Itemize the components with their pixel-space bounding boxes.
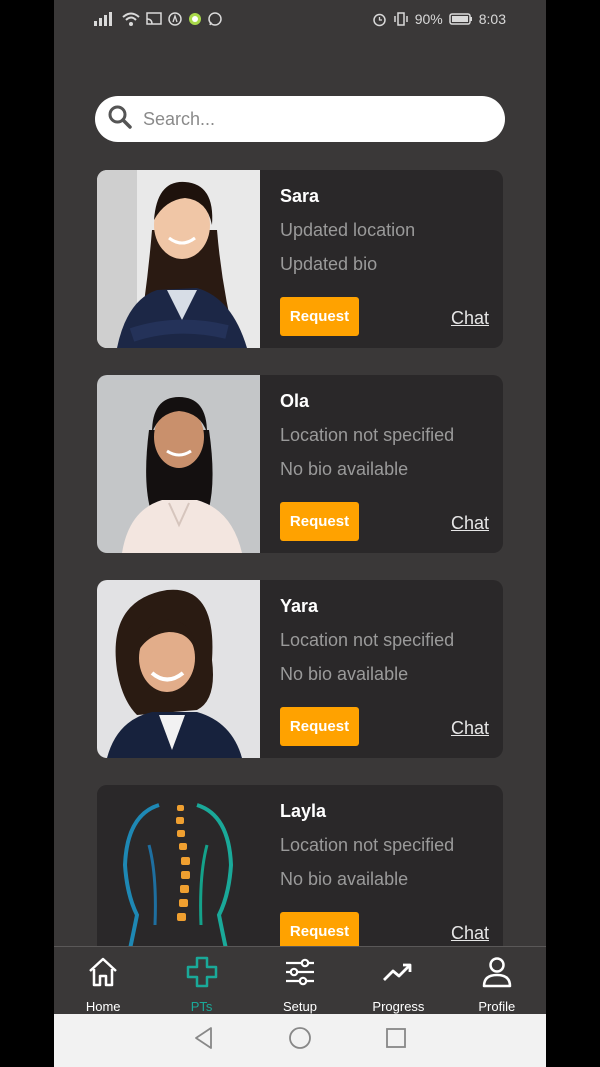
request-button[interactable]: Request bbox=[280, 297, 359, 336]
system-nav-bar bbox=[54, 1014, 546, 1067]
therapist-card-layla: Layla Location not specified No bio avai… bbox=[97, 785, 503, 963]
therapist-bio: Updated bio bbox=[280, 254, 378, 274]
tab-label: PTs bbox=[190, 999, 213, 1014]
sliders-icon bbox=[283, 955, 317, 994]
therapist-name: Sara bbox=[280, 186, 320, 206]
signal-icon bbox=[94, 12, 116, 26]
search-bar[interactable] bbox=[95, 96, 505, 142]
chat-link[interactable]: Chat bbox=[451, 923, 489, 944]
status-right: 90% 8:03 bbox=[372, 11, 506, 27]
person-icon bbox=[480, 955, 514, 994]
tab-label: Progress bbox=[372, 999, 425, 1014]
tab-label: Setup bbox=[283, 999, 317, 1014]
tab-label: Home bbox=[85, 999, 121, 1014]
medical-cross-icon bbox=[185, 955, 219, 994]
therapist-bio: No bio available bbox=[280, 664, 409, 684]
tab-pts[interactable]: PTs bbox=[152, 947, 250, 1014]
therapist-name: Ola bbox=[280, 391, 310, 411]
tab-home[interactable]: Home bbox=[54, 947, 152, 1014]
therapist-bio: No bio available bbox=[280, 459, 409, 479]
tab-label: Profile bbox=[478, 999, 516, 1014]
tab-profile[interactable]: Profile bbox=[448, 947, 546, 1014]
therapist-location: Location not specified bbox=[280, 425, 455, 445]
therapist-photo bbox=[97, 375, 260, 553]
chat-link[interactable]: Chat bbox=[451, 513, 489, 534]
status-left bbox=[94, 12, 222, 26]
recents-square-icon[interactable] bbox=[383, 1025, 409, 1056]
clock-time: 8:03 bbox=[478, 11, 506, 27]
battery-percent: 90% bbox=[414, 11, 443, 27]
bottom-tab-bar: Home PTs Setup Progress Profile bbox=[54, 946, 546, 1014]
therapist-location: Location not specified bbox=[280, 835, 455, 855]
request-button[interactable]: Request bbox=[280, 707, 359, 746]
search-icon bbox=[107, 104, 133, 135]
alarm-icon bbox=[372, 12, 387, 27]
therapist-card-ola: Ola Location not specified No bio availa… bbox=[97, 375, 503, 553]
therapist-card-yara: Yara Location not specified No bio avail… bbox=[97, 580, 503, 758]
therapist-photo bbox=[97, 170, 260, 348]
therapist-location: Location not specified bbox=[280, 630, 455, 650]
cast-icon bbox=[146, 12, 162, 26]
therapist-photo bbox=[97, 580, 260, 758]
home-icon bbox=[86, 955, 120, 994]
chat-link[interactable]: Chat bbox=[451, 308, 489, 329]
whatsapp-icon bbox=[208, 12, 222, 26]
therapist-bio: No bio available bbox=[280, 869, 409, 889]
status-bar: 90% 8:03 bbox=[54, 0, 546, 38]
therapist-location: Updated location bbox=[280, 220, 416, 240]
chat-link[interactable]: Chat bbox=[451, 718, 489, 739]
therapist-photo bbox=[97, 785, 260, 963]
app-screen: 90% 8:03 Search... Sara Updated location… bbox=[54, 0, 546, 1067]
therapist-name: Yara bbox=[280, 596, 319, 616]
search-input[interactable] bbox=[143, 108, 463, 130]
therapist-name: Layla bbox=[280, 801, 327, 821]
therapist-card-sara: Sara Updated location Updated bio Reques… bbox=[97, 170, 503, 348]
tab-setup[interactable]: Setup bbox=[251, 947, 349, 1014]
request-button[interactable]: Request bbox=[280, 502, 359, 541]
home-circle-icon[interactable] bbox=[287, 1025, 313, 1056]
tab-progress[interactable]: Progress bbox=[349, 947, 447, 1014]
record-icon bbox=[188, 12, 202, 26]
trend-up-icon bbox=[381, 955, 415, 994]
vibrate-icon bbox=[393, 12, 409, 26]
back-icon[interactable] bbox=[191, 1025, 217, 1056]
wifi-icon bbox=[122, 12, 140, 26]
battery-icon bbox=[449, 13, 473, 25]
app-notification-icon bbox=[168, 12, 182, 26]
